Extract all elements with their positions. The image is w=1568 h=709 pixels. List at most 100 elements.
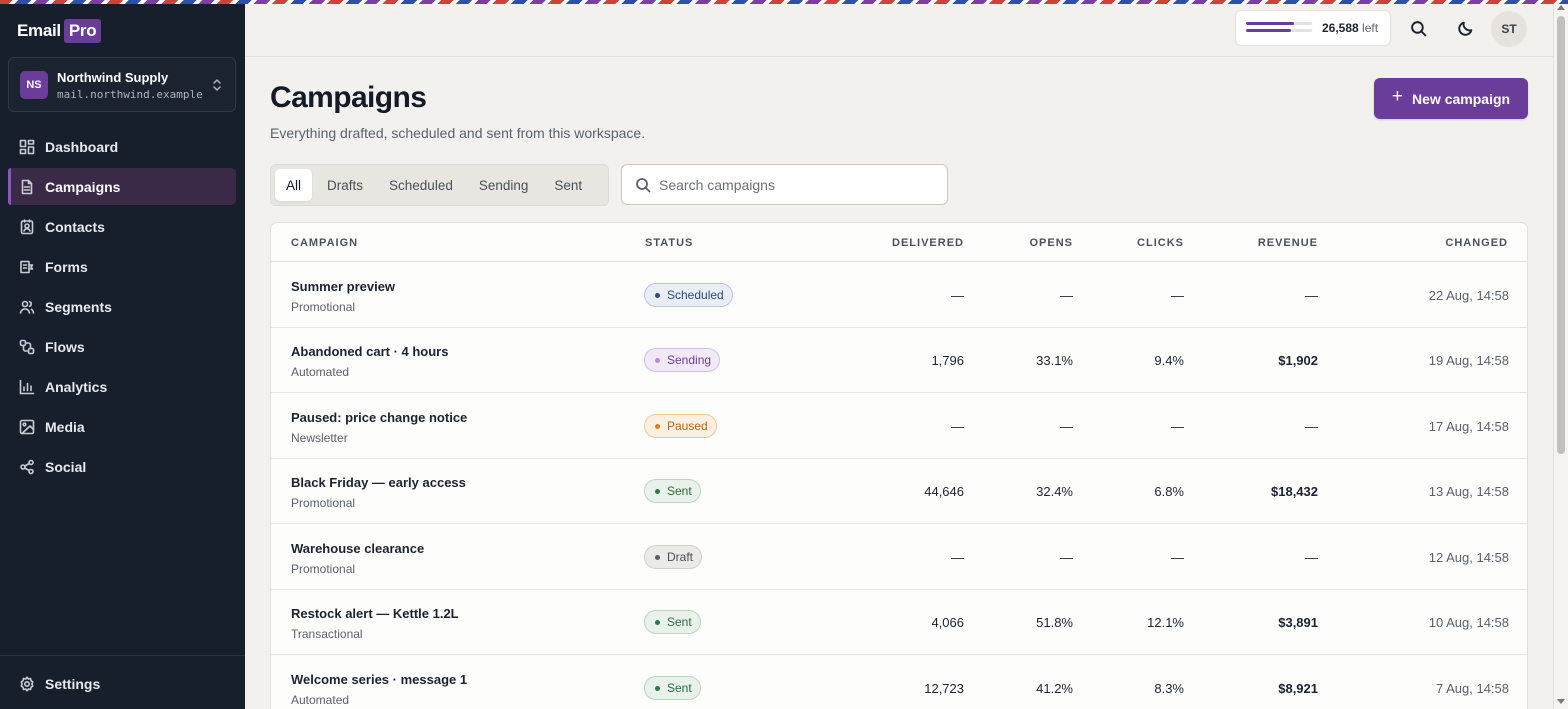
forms-icon: [20, 260, 34, 273]
campaign-name[interactable]: Black Friday — early access: [291, 475, 466, 490]
sidebar-item-label: Social: [45, 458, 87, 475]
status-dot-icon: [655, 292, 660, 298]
scrollbar-thumb[interactable]: [1557, 16, 1565, 454]
sidebar-item-segments[interactable]: Segments: [8, 288, 236, 325]
status-label: Sent: [667, 484, 692, 498]
clicks-value: 9.4%: [1154, 353, 1184, 368]
tab-drafts[interactable]: Drafts: [316, 169, 374, 201]
page-subtitle: Everything drafted, scheduled and sent f…: [270, 125, 646, 141]
table-row[interactable]: Warehouse clearance Promotional Draft — — — — 1…: [271, 524, 1527, 590]
campaign-name[interactable]: Warehouse clearance: [291, 541, 424, 556]
theme-toggle-button[interactable]: [1449, 12, 1481, 44]
top-bar: 26,588 left ST: [245, 4, 1553, 57]
table-row[interactable]: Black Friday — early access Promotional Se…: [271, 458, 1527, 524]
tab-sending[interactable]: Sending: [468, 169, 540, 201]
quota-bar-secondary: [1246, 29, 1312, 32]
sidebar-item-forms[interactable]: Forms: [8, 248, 236, 285]
workspace-avatar: NS: [20, 71, 48, 99]
quota-text: 26,588 left: [1322, 21, 1378, 35]
delivered-value: —: [951, 419, 964, 434]
tab-sent[interactable]: Sent: [543, 169, 593, 201]
sidebar-nav: Dashboard Campaigns Contacts Forms Segme…: [8, 128, 236, 488]
campaign-type: Transactional: [291, 627, 363, 641]
plus-icon: +: [1391, 86, 1404, 107]
share-icon: [20, 459, 34, 474]
campaign-name[interactable]: Restock alert — Kettle 1.2L: [291, 606, 459, 621]
column-header-changed[interactable]: Changed: [1445, 237, 1508, 249]
campaign-name[interactable]: Summer preview: [291, 279, 395, 294]
changed-value: 12 Aug, 14:58: [1428, 550, 1509, 565]
status-badge: Scheduled: [644, 283, 733, 307]
gear-icon: [20, 675, 34, 692]
clicks-value: 12.1%: [1147, 615, 1184, 630]
status-dot-icon: [655, 685, 660, 691]
page-title: Campaigns: [270, 81, 427, 114]
scroll-down-arrow[interactable]: [1557, 699, 1565, 704]
column-header-revenue[interactable]: Revenue: [1258, 237, 1318, 249]
quota-suffix: left: [1362, 21, 1379, 35]
sidebar-item-media[interactable]: Media: [8, 408, 236, 445]
delivered-value: 44,646: [924, 484, 964, 499]
column-header-campaign[interactable]: Campaign: [291, 237, 358, 249]
table-row[interactable]: Welcome series · message 1 Automated Sent 1…: [271, 655, 1527, 709]
send-quota-meter[interactable]: 26,588 left: [1235, 10, 1391, 46]
sidebar-item-dashboard[interactable]: Dashboard: [8, 128, 236, 165]
status-label: Sending: [667, 353, 712, 367]
chevron-up-down-icon: [213, 79, 221, 91]
campaign-name[interactable]: Paused: price change notice: [291, 410, 467, 425]
opens-value: —: [1060, 550, 1073, 565]
page-scrollbar[interactable]: [1553, 0, 1568, 709]
status-dot-icon: [655, 357, 660, 363]
sidebar-item-settings[interactable]: Settings: [8, 665, 236, 702]
tab-scheduled[interactable]: Scheduled: [378, 169, 464, 201]
search-input[interactable]: [659, 165, 939, 204]
status-label: Draft: [667, 550, 694, 564]
moon-icon: [1457, 21, 1472, 36]
clicks-value: —: [1171, 288, 1184, 303]
new-campaign-button[interactable]: + New campaign: [1374, 78, 1528, 119]
quota-value: 26,588: [1322, 21, 1359, 35]
scroll-up-arrow[interactable]: [1557, 5, 1565, 10]
search-icon: [636, 178, 651, 193]
search-button[interactable]: [1402, 12, 1434, 44]
column-header-clicks[interactable]: Clicks: [1137, 237, 1184, 249]
sidebar-item-analytics[interactable]: Analytics: [8, 368, 236, 405]
sidebar: Email Pro NS Northwind Supply mail.north…: [0, 0, 245, 709]
sidebar-item-contacts[interactable]: Contacts: [8, 208, 236, 245]
clicks-value: —: [1171, 550, 1184, 565]
status-dot-icon: [655, 488, 660, 494]
table-row[interactable]: Paused: price change notice Newsletter Pau…: [271, 393, 1527, 459]
flows-icon: [19, 339, 35, 354]
workspace-switcher[interactable]: NS Northwind Supply mail.northwind.examp…: [8, 57, 236, 112]
status-badge: Paused: [644, 414, 717, 438]
user-avatar[interactable]: ST: [1491, 11, 1527, 47]
revenue-value: $18,432: [1271, 484, 1318, 499]
status-dot-icon: [655, 554, 660, 560]
column-header-opens[interactable]: Opens: [1029, 237, 1073, 249]
table-row[interactable]: Summer preview Promotional Scheduled — — — — 22…: [271, 262, 1527, 328]
revenue-value: —: [1305, 419, 1318, 434]
campaign-name[interactable]: Abandoned cart · 4 hours: [291, 344, 448, 359]
revenue-value: $8,921: [1278, 681, 1318, 696]
status-dot-icon: [655, 423, 660, 429]
campaign-name[interactable]: Welcome series · message 1: [291, 672, 467, 687]
sidebar-item-campaigns[interactable]: Campaigns: [8, 168, 236, 205]
changed-value: 13 Aug, 14:58: [1428, 484, 1509, 499]
sidebar-item-label: Media: [45, 418, 85, 435]
tab-all[interactable]: All: [275, 169, 313, 201]
campaign-type: Promotional: [291, 562, 356, 576]
delivered-value: 4,066: [931, 615, 964, 630]
table-row[interactable]: Restock alert — Kettle 1.2L Transactional…: [271, 589, 1527, 655]
column-header-delivered[interactable]: Delivered: [892, 237, 964, 249]
status-badge: Sent: [644, 676, 701, 700]
table-row[interactable]: Abandoned cart · 4 hours Automated Sending…: [271, 327, 1527, 393]
delivered-value: 12,723: [924, 681, 964, 696]
sidebar-item-flows[interactable]: Flows: [8, 328, 236, 365]
column-header-status[interactable]: Status: [645, 237, 693, 249]
delivered-value: —: [951, 288, 964, 303]
opens-value: —: [1060, 419, 1073, 434]
brand-logo[interactable]: Email Pro: [17, 19, 102, 43]
campaigns-table: Campaign Status Delivered Opens Clicks R…: [270, 222, 1528, 709]
table-header: Campaign Status Delivered Opens Clicks R…: [271, 223, 1527, 262]
sidebar-item-social[interactable]: Social: [8, 448, 236, 485]
